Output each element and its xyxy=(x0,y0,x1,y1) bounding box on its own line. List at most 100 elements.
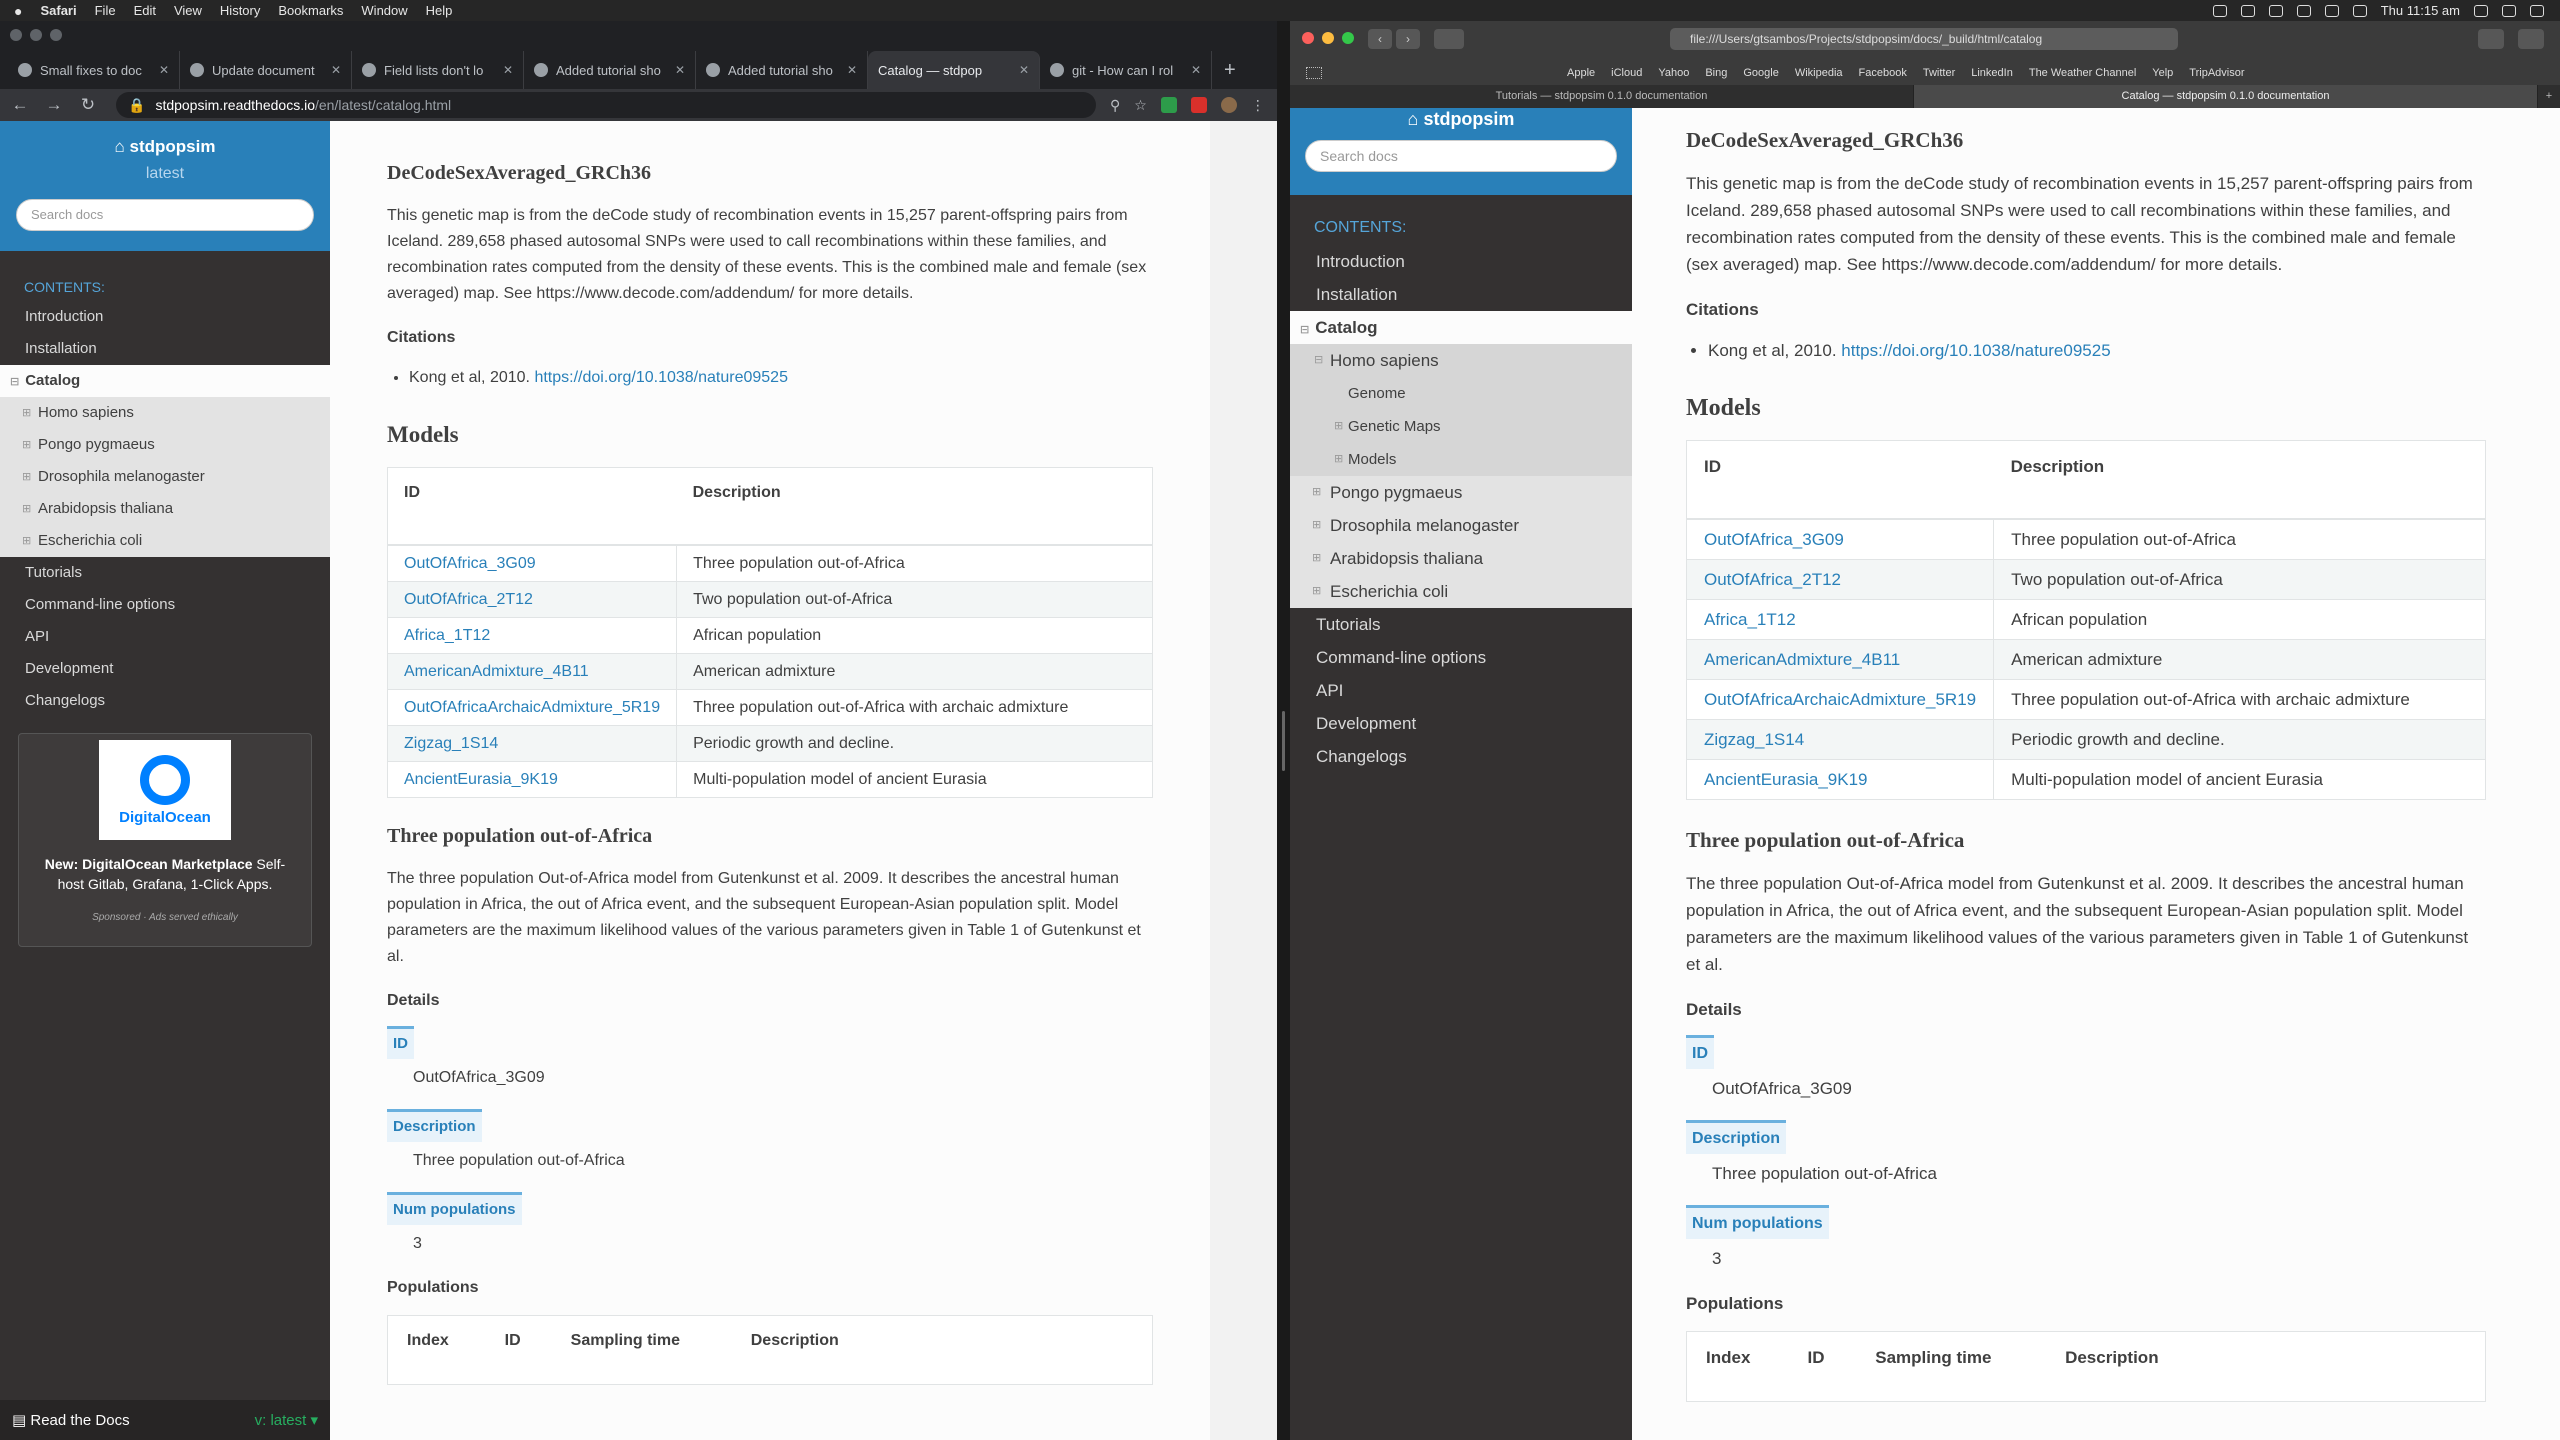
nav-models[interactable]: ⊞ Models xyxy=(1290,443,1632,476)
expand-icon[interactable]: ⊞ xyxy=(1312,575,1321,608)
minimize-window-icon[interactable] xyxy=(1322,32,1334,44)
split-view-divider[interactable] xyxy=(1277,21,1290,1440)
maximize-window-icon[interactable] xyxy=(1342,32,1354,44)
fav-twitter[interactable]: Twitter xyxy=(1923,67,1955,79)
menu-help[interactable]: Help xyxy=(426,3,453,18)
close-tab-icon[interactable]: ✕ xyxy=(675,63,685,77)
top-sites-icon[interactable] xyxy=(1306,67,1322,79)
model-link[interactable]: AmericanAdmixture_4B11 xyxy=(404,663,589,680)
share-icon[interactable] xyxy=(2478,29,2504,49)
model-link[interactable]: Africa_1T12 xyxy=(1704,610,1796,629)
show-tabs-icon[interactable] xyxy=(2518,29,2544,49)
fav-yahoo[interactable]: Yahoo xyxy=(1658,67,1689,79)
search-input[interactable]: Search docs xyxy=(1305,140,1617,172)
forward-icon[interactable]: → xyxy=(40,95,68,115)
nav-catalog[interactable]: ⊟ Catalog xyxy=(1290,311,1632,344)
back-icon[interactable]: ← xyxy=(6,95,34,115)
tab-update-document[interactable]: Update document ✕ xyxy=(180,51,352,89)
nav-introduction[interactable]: Introduction xyxy=(0,301,330,333)
siri-icon[interactable] xyxy=(2502,4,2516,17)
project-home-link[interactable]: ⌂ stdpopsim xyxy=(0,137,330,157)
evernote-extension-icon[interactable] xyxy=(1160,97,1177,113)
nav-arabidopsis[interactable]: ⊞ Arabidopsis thaliana xyxy=(0,493,330,525)
dropbox-icon[interactable] xyxy=(2212,4,2227,17)
search-input[interactable]: Search docs xyxy=(16,199,314,231)
nav-genetic-maps[interactable]: ⊞ Genetic Maps xyxy=(1290,410,1632,443)
model-link[interactable]: Zigzag_1S14 xyxy=(404,735,498,752)
expand-icon[interactable]: ⊞ xyxy=(1312,542,1321,575)
model-link[interactable]: AncientEurasia_9K19 xyxy=(1704,770,1868,789)
fav-weather-channel[interactable]: The Weather Channel xyxy=(2029,67,2136,79)
minimize-window-icon[interactable] xyxy=(30,29,42,41)
nav-development[interactable]: Development xyxy=(1290,707,1632,740)
menu-app-name[interactable]: Safari xyxy=(40,3,76,18)
version-selector[interactable]: v: latest ▾ xyxy=(255,1411,318,1429)
close-tab-icon[interactable]: ✕ xyxy=(1019,63,1029,77)
clock[interactable]: Thu 11:15 am xyxy=(2381,3,2460,18)
collapse-icon[interactable]: ⊟ xyxy=(1314,344,1323,377)
tab-catalog[interactable]: Catalog — stdpopsim 0.1.0 documentation xyxy=(1914,85,2538,108)
expand-icon[interactable]: ⊞ xyxy=(22,461,31,493)
expand-icon[interactable]: ⊞ xyxy=(22,429,31,461)
close-window-icon[interactable] xyxy=(1302,32,1314,44)
sidebar-toggle-icon[interactable] xyxy=(1434,29,1464,49)
model-link[interactable]: AncientEurasia_9K19 xyxy=(404,771,558,788)
reload-icon[interactable]: ↻ xyxy=(74,95,102,115)
menu-window[interactable]: Window xyxy=(361,3,407,18)
lastpass-extension-icon[interactable] xyxy=(1190,97,1207,113)
new-tab-icon[interactable]: + xyxy=(2538,85,2560,108)
nav-drosophila[interactable]: ⊞ Drosophila melanogaster xyxy=(0,461,330,493)
nav-genome[interactable]: Genome xyxy=(1290,377,1632,410)
close-tab-icon[interactable]: ✕ xyxy=(1191,63,1201,77)
wifi-icon[interactable] xyxy=(2324,4,2339,17)
fav-facebook[interactable]: Facebook xyxy=(1859,67,1907,79)
collapse-icon[interactable]: ⊟ xyxy=(10,376,19,388)
nav-catalog[interactable]: ⊟ Catalog xyxy=(0,365,330,397)
menu-history[interactable]: History xyxy=(220,3,260,18)
volume-icon[interactable] xyxy=(2352,4,2367,17)
maximize-window-icon[interactable] xyxy=(50,29,62,41)
nav-api[interactable]: API xyxy=(1290,674,1632,707)
nav-api[interactable]: API xyxy=(0,621,330,653)
model-link[interactable]: OutOfAfrica_3G09 xyxy=(1704,530,1844,549)
project-home-link[interactable]: ⌂ stdpopsim xyxy=(1290,108,1632,130)
expand-icon[interactable]: ⊞ xyxy=(1334,443,1343,476)
nav-arabidopsis[interactable]: ⊞ Arabidopsis thaliana xyxy=(1290,542,1632,575)
close-tab-icon[interactable]: ✕ xyxy=(331,63,341,77)
forward-icon[interactable]: › xyxy=(1396,29,1420,49)
close-window-icon[interactable] xyxy=(10,29,22,41)
safari-address-bar[interactable]: file:///Users/gtsambos/Projects/stdpopsi… xyxy=(1670,28,2178,50)
expand-icon[interactable]: ⊞ xyxy=(22,397,31,429)
notification-center-icon[interactable] xyxy=(2530,4,2544,17)
citation-link[interactable]: https://doi.org/10.1038/nature09525 xyxy=(1841,341,2110,360)
fav-bing[interactable]: Bing xyxy=(1705,67,1727,79)
menu-view[interactable]: View xyxy=(174,3,202,18)
model-link[interactable]: OutOfAfrica_2T12 xyxy=(404,591,533,608)
sponsor-ad[interactable]: DigitalOcean New: DigitalOcean Marketpla… xyxy=(18,733,312,947)
zoom-icon[interactable]: ⚲ xyxy=(1110,97,1120,114)
tab-added-tutorial-1[interactable]: Added tutorial sho ✕ xyxy=(524,51,696,89)
cloud-icon[interactable] xyxy=(2240,4,2255,17)
citation-link[interactable]: https://doi.org/10.1038/nature09525 xyxy=(534,369,788,386)
nav-pongo-pygmaeus[interactable]: ⊞ Pongo pygmaeus xyxy=(1290,476,1632,509)
expand-icon[interactable]: ⊞ xyxy=(1312,509,1321,542)
tab-catalog[interactable]: Catalog — stdpop ✕ xyxy=(65,51,1040,105)
fav-google[interactable]: Google xyxy=(1743,67,1778,79)
nav-cli[interactable]: Command-line options xyxy=(0,589,330,621)
model-link[interactable]: OutOfAfricaArchaicAdmixture_5R19 xyxy=(404,699,660,716)
collapse-icon[interactable]: ⊟ xyxy=(1300,324,1309,336)
expand-icon[interactable]: ⊞ xyxy=(1312,476,1321,509)
close-tab-icon[interactable]: ✕ xyxy=(159,63,169,77)
fav-icloud[interactable]: iCloud xyxy=(1611,67,1642,79)
nav-drosophila[interactable]: ⊞ Drosophila melanogaster xyxy=(1290,509,1632,542)
nav-pongo-pygmaeus[interactable]: ⊞ Pongo pygmaeus xyxy=(0,429,330,461)
tab-small-fixes[interactable]: Small fixes to doc ✕ xyxy=(8,51,180,89)
nav-installation[interactable]: Installation xyxy=(1290,278,1632,311)
model-link[interactable]: AmericanAdmixture_4B11 xyxy=(1704,650,1900,669)
nav-tutorials[interactable]: Tutorials xyxy=(0,557,330,589)
nav-cli[interactable]: Command-line options xyxy=(1290,641,1632,674)
fav-wikipedia[interactable]: Wikipedia xyxy=(1795,67,1843,79)
tab-tutorials[interactable]: Tutorials — stdpopsim 0.1.0 documentatio… xyxy=(1290,85,1914,108)
tab-git-rollback[interactable]: git - How can I rol ✕ xyxy=(1040,51,1212,89)
nav-changelogs[interactable]: Changelogs xyxy=(0,685,330,717)
